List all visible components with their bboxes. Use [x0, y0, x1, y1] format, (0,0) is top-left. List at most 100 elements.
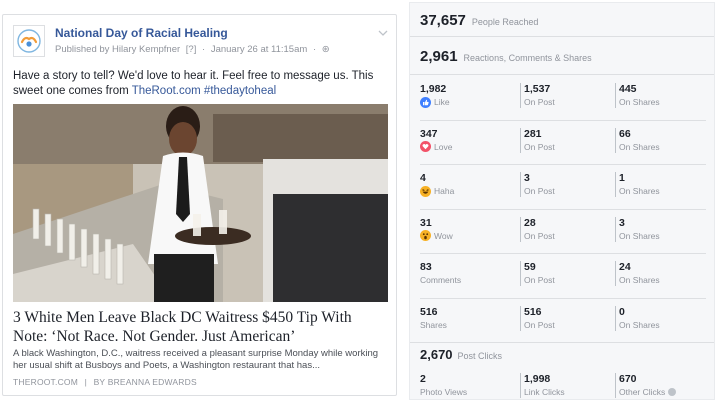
other-clicks-label: Other Clicks [619, 387, 666, 397]
haha-icon [420, 185, 431, 197]
metric-total-cell: 4 Haha [420, 172, 510, 197]
metric-total-value: 1,982 [420, 83, 447, 95]
chevron-down-icon[interactable] [378, 29, 388, 40]
metric-total-label-wrap: Comments [420, 274, 510, 286]
metric-on-post-value: 59 [524, 261, 536, 273]
meta-separator: · [202, 44, 206, 55]
metric-on-post-value: 281 [524, 127, 542, 140]
metric-on-post-label: On Post [524, 319, 555, 330]
other-clicks-label-wrap: Other Clicks [619, 386, 705, 398]
people-reached-row: 37,657 People Reached [410, 3, 714, 37]
metric-on-shares-value: 0 [619, 305, 625, 318]
metric-total-label-wrap: Like [420, 96, 510, 108]
post-clicks-row: 2,670 Post Clicks [410, 342, 714, 366]
metric-on-shares-label: On Shares [619, 186, 660, 196]
metric-total-cell: 1,982 Like [420, 83, 510, 108]
metric-total-label: Like [434, 97, 450, 107]
metric-total-value: 83 [420, 261, 432, 273]
healing-logo-icon [17, 29, 41, 53]
metric-row-haha: 4 Haha 3 On Post 1 On Shares [410, 164, 714, 208]
insights-panel: 37,657 People Reached 2,961 Reactions, C… [409, 2, 715, 400]
love-icon [420, 141, 431, 152]
link-headline[interactable]: 3 White Men Leave Black DC Waitress $450… [13, 308, 388, 346]
metric-on-post-label: On Post [524, 186, 555, 196]
metric-total-label-wrap: Wow [420, 230, 510, 242]
source-link[interactable]: TheRoot.com [132, 85, 201, 97]
metric-on-shares-label: On Shares [619, 275, 660, 285]
globe-icon: ⊛ [321, 44, 330, 55]
link-description: A black Washington, D.C., waitress recei… [13, 348, 379, 371]
metric-on-post-cell: 28 On Post [520, 216, 610, 242]
metric-on-shares-value: 66 [619, 127, 631, 140]
metric-total-value: 4 [420, 172, 426, 184]
metric-total-label-wrap: Shares [420, 319, 510, 331]
like-icon [420, 96, 431, 108]
metric-row-shares: 516 Shares 516 On Post 0 On Shares [410, 298, 714, 342]
post-header: National Day of Racial Healing Published… [13, 23, 388, 63]
metric-on-post-label: On Post [524, 230, 555, 241]
engagement-value: 2,961 [420, 48, 458, 65]
link-clicks-value: 1,998 [524, 373, 551, 385]
engagement-row: 2,961 Reactions, Comments & Shares [410, 37, 714, 75]
hashtag-link[interactable]: #thedaytoheal [204, 85, 276, 97]
help-marker[interactable]: [?] [186, 44, 197, 55]
post-meta: Published by Hilary Kempfner [?] · Janua… [55, 44, 333, 55]
page-avatar[interactable] [13, 25, 45, 57]
metric-total-cell: 516 Shares [420, 306, 510, 331]
waitress-photo [13, 104, 388, 302]
link-source-divider: | [84, 377, 87, 387]
photo-views-value: 2 [420, 373, 426, 385]
metric-total-cell: 83 Comments [420, 261, 510, 286]
other-clicks-cell: 670 Other Clicks [615, 373, 705, 398]
metric-on-shares-value: 445 [619, 83, 637, 95]
metric-total-label: Wow [434, 230, 453, 241]
other-clicks-value: 670 [619, 373, 637, 385]
metric-on-post-label: On Post [524, 97, 555, 107]
metric-on-post-label: On Post [524, 141, 555, 152]
metric-on-shares-label: On Shares [619, 141, 660, 152]
metric-row-wow: 31 Wow 28 On Post 3 On Shares [410, 209, 714, 253]
people-reached-value: 37,657 [420, 12, 466, 29]
metric-total-value: 31 [420, 216, 432, 229]
metric-on-shares-label: On Shares [619, 97, 660, 107]
metric-total-cell: 31 Wow [420, 217, 510, 242]
metric-on-shares-cell: 1 On Shares [615, 172, 705, 197]
metric-total-cell: 347 Love [420, 128, 510, 153]
metric-row-like: 1,982 Like 1,537 On Post 445 On Shares [410, 75, 714, 119]
metric-on-shares-cell: 445 On Shares [615, 83, 705, 108]
metric-on-shares-value: 1 [619, 172, 625, 184]
link-domain: THEROOT.COM [13, 377, 79, 387]
post-message: Have a story to tell? We'd love to hear … [13, 69, 388, 99]
wow-icon [420, 230, 431, 241]
metric-on-shares-cell: 66 On Shares [615, 127, 705, 153]
metric-total-label-wrap: Love [420, 141, 510, 153]
metric-on-post-value: 28 [524, 216, 536, 229]
metric-row-love: 347 Love 281 On Post 66 On Shares [410, 120, 714, 164]
metric-on-post-cell: 516 On Post [520, 305, 610, 331]
metric-total-label: Love [434, 141, 453, 152]
post-card: National Day of Racial Healing Published… [2, 14, 397, 396]
link-source: THEROOT.COM | BY BREANNA EDWARDS [13, 377, 201, 387]
metric-total-value: 347 [420, 127, 438, 140]
link-author: BY BREANNA EDWARDS [93, 377, 197, 387]
metric-on-shares-label: On Shares [619, 319, 660, 330]
metric-on-post-value: 1,537 [524, 83, 551, 95]
clicks-breakdown-row: 2 Photo Views 1,998 Link Clicks 670 Othe… [410, 365, 714, 399]
page-name-link[interactable]: National Day of Racial Healing [55, 26, 228, 40]
post-timestamp[interactable]: January 26 at 11:15am [211, 44, 307, 55]
metric-total-label: Comments [420, 275, 462, 285]
link-preview-photo[interactable] [13, 104, 388, 302]
metric-on-post-value: 3 [524, 172, 530, 184]
metric-total-value: 516 [420, 305, 438, 318]
post-clicks-label: Post Clicks [457, 351, 503, 361]
link-clicks-label: Link Clicks [524, 387, 565, 397]
metric-on-shares-cell: 24 On Shares [615, 261, 705, 286]
engagement-label: Reactions, Comments & Shares [463, 53, 592, 63]
metric-on-post-cell: 59 On Post [520, 261, 610, 286]
metric-on-post-value: 516 [524, 305, 542, 318]
metric-total-label: Shares [420, 319, 447, 330]
info-icon[interactable] [668, 388, 677, 396]
meta-separator-2: · [312, 44, 317, 55]
photo-views-label: Photo Views [420, 387, 468, 397]
published-by[interactable]: Published by Hilary Kempfner [55, 44, 180, 55]
